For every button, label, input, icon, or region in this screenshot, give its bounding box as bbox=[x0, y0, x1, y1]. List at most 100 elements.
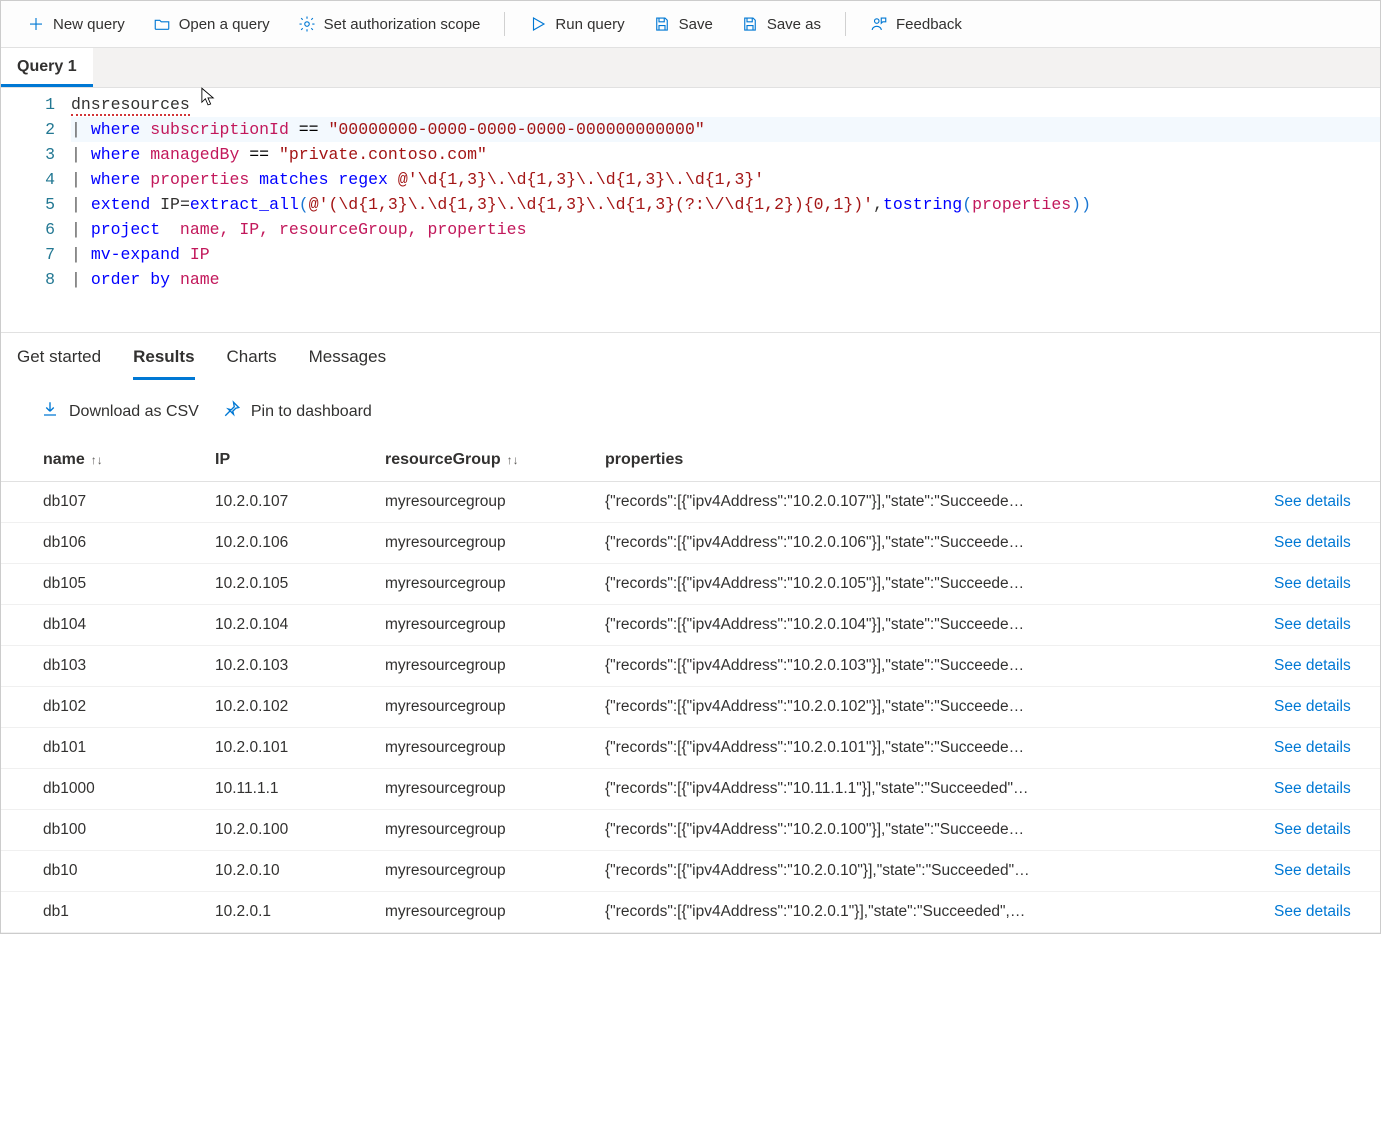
results-table: name↑↓ IP resourceGroup↑↓ properties db1… bbox=[1, 439, 1380, 933]
auth-scope-button[interactable]: Set authorization scope bbox=[286, 9, 493, 39]
table-row[interactable]: db10510.2.0.105myresourcegroup{"records"… bbox=[1, 564, 1380, 605]
table-row[interactable]: db10110.2.0.101myresourcegroup{"records"… bbox=[1, 728, 1380, 769]
save-icon bbox=[653, 15, 671, 33]
cell-name: db1 bbox=[1, 892, 201, 933]
result-actions: Download as CSV Pin to dashboard bbox=[1, 380, 1380, 439]
new-query-label: New query bbox=[53, 16, 125, 33]
person-feedback-icon bbox=[870, 15, 888, 33]
save-as-button[interactable]: Save as bbox=[729, 9, 833, 39]
download-icon bbox=[41, 400, 59, 423]
open-query-label: Open a query bbox=[179, 16, 270, 33]
cell-ip: 10.2.0.10 bbox=[201, 851, 371, 892]
table-row[interactable]: db1010.2.0.10myresourcegroup{"records":[… bbox=[1, 851, 1380, 892]
table-row[interactable]: db10210.2.0.102myresourcegroup{"records"… bbox=[1, 687, 1380, 728]
code-line-2[interactable]: | where subscriptionId == "00000000-0000… bbox=[71, 117, 1380, 142]
see-details-link[interactable]: See details bbox=[1274, 780, 1351, 797]
gear-icon bbox=[298, 15, 316, 33]
table-row[interactable]: db110.2.0.1myresourcegroup{"records":[{"… bbox=[1, 892, 1380, 933]
see-details-link[interactable]: See details bbox=[1274, 862, 1351, 879]
new-query-button[interactable]: New query bbox=[15, 9, 137, 39]
save-button[interactable]: Save bbox=[641, 9, 725, 39]
see-details-link[interactable]: See details bbox=[1274, 493, 1351, 510]
cell-rg: myresourcegroup bbox=[371, 482, 591, 523]
cell-rg: myresourcegroup bbox=[371, 564, 591, 605]
line-gutter: 1 2 3 4 5 6 7 8 bbox=[1, 92, 71, 292]
see-details-link[interactable]: See details bbox=[1274, 739, 1351, 756]
cell-name: db107 bbox=[1, 482, 201, 523]
cell-properties: {"records":[{"ipv4Address":"10.2.0.101"}… bbox=[591, 728, 1260, 769]
column-header-properties[interactable]: properties bbox=[591, 439, 1260, 482]
run-query-button[interactable]: Run query bbox=[517, 9, 636, 39]
cell-ip: 10.2.0.104 bbox=[201, 605, 371, 646]
auth-scope-label: Set authorization scope bbox=[324, 16, 481, 33]
tab-query-1[interactable]: Query 1 bbox=[1, 48, 93, 87]
code-line-5[interactable]: | extend IP=extract_all(@'(\d{1,3}\.\d{1… bbox=[71, 192, 1380, 217]
cell-rg: myresourcegroup bbox=[371, 892, 591, 933]
cell-ip: 10.2.0.103 bbox=[201, 646, 371, 687]
code-line-8[interactable]: | order by name bbox=[71, 267, 1380, 292]
download-csv-button[interactable]: Download as CSV bbox=[41, 400, 199, 423]
cell-properties: {"records":[{"ipv4Address":"10.2.0.10"}]… bbox=[591, 851, 1260, 892]
see-details-link[interactable]: See details bbox=[1274, 903, 1351, 920]
tab-results[interactable]: Results bbox=[133, 347, 194, 380]
see-details-link[interactable]: See details bbox=[1274, 821, 1351, 838]
cell-rg: myresourcegroup bbox=[371, 687, 591, 728]
see-details-link[interactable]: See details bbox=[1274, 657, 1351, 674]
toolbar-separator bbox=[504, 12, 505, 36]
table-row[interactable]: db100010.11.1.1myresourcegroup{"records"… bbox=[1, 769, 1380, 810]
code-line-1[interactable]: dnsresources bbox=[71, 92, 1380, 117]
result-tab-bar: Get started Results Charts Messages bbox=[1, 333, 1380, 380]
toolbar-separator bbox=[845, 12, 846, 36]
cell-ip: 10.11.1.1 bbox=[201, 769, 371, 810]
cell-properties: {"records":[{"ipv4Address":"10.2.0.106"}… bbox=[591, 523, 1260, 564]
cell-name: db10 bbox=[1, 851, 201, 892]
column-header-rg[interactable]: resourceGroup↑↓ bbox=[371, 439, 591, 482]
cell-ip: 10.2.0.102 bbox=[201, 687, 371, 728]
plus-icon bbox=[27, 15, 45, 33]
code-body[interactable]: dnsresources | where subscriptionId == "… bbox=[71, 92, 1380, 292]
save-as-label: Save as bbox=[767, 16, 821, 33]
code-line-6[interactable]: | project name, IP, resourceGroup, prope… bbox=[71, 217, 1380, 242]
cell-rg: myresourcegroup bbox=[371, 810, 591, 851]
see-details-link[interactable]: See details bbox=[1274, 575, 1351, 592]
pin-dashboard-label: Pin to dashboard bbox=[251, 403, 372, 421]
cell-properties: {"records":[{"ipv4Address":"10.2.0.102"}… bbox=[591, 687, 1260, 728]
feedback-button[interactable]: Feedback bbox=[858, 9, 974, 39]
see-details-link[interactable]: See details bbox=[1274, 616, 1351, 633]
tab-charts[interactable]: Charts bbox=[227, 347, 277, 380]
see-details-link[interactable]: See details bbox=[1274, 698, 1351, 715]
cell-properties: {"records":[{"ipv4Address":"10.2.0.107"}… bbox=[591, 482, 1260, 523]
cell-rg: myresourcegroup bbox=[371, 646, 591, 687]
download-csv-label: Download as CSV bbox=[69, 403, 199, 421]
table-header-row: name↑↓ IP resourceGroup↑↓ properties bbox=[1, 439, 1380, 482]
tab-get-started[interactable]: Get started bbox=[17, 347, 101, 380]
cell-rg: myresourcegroup bbox=[371, 523, 591, 564]
code-line-4[interactable]: | where properties matches regex @'\d{1,… bbox=[71, 167, 1380, 192]
cell-properties: {"records":[{"ipv4Address":"10.2.0.104"}… bbox=[591, 605, 1260, 646]
code-line-3[interactable]: | where managedBy == "private.contoso.co… bbox=[71, 142, 1380, 167]
table-row[interactable]: db10710.2.0.107myresourcegroup{"records"… bbox=[1, 482, 1380, 523]
column-header-name[interactable]: name↑↓ bbox=[1, 439, 201, 482]
cell-rg: myresourcegroup bbox=[371, 605, 591, 646]
see-details-link[interactable]: See details bbox=[1274, 534, 1351, 551]
table-row[interactable]: db10610.2.0.106myresourcegroup{"records"… bbox=[1, 523, 1380, 564]
tab-messages[interactable]: Messages bbox=[309, 347, 386, 380]
open-query-button[interactable]: Open a query bbox=[141, 9, 282, 39]
cell-rg: myresourcegroup bbox=[371, 728, 591, 769]
pin-dashboard-button[interactable]: Pin to dashboard bbox=[223, 400, 372, 423]
table-row[interactable]: db10310.2.0.103myresourcegroup{"records"… bbox=[1, 646, 1380, 687]
cell-name: db106 bbox=[1, 523, 201, 564]
table-row[interactable]: db10410.2.0.104myresourcegroup{"records"… bbox=[1, 605, 1380, 646]
cell-ip: 10.2.0.100 bbox=[201, 810, 371, 851]
code-editor[interactable]: 1 2 3 4 5 6 7 8 dnsresources | where sub… bbox=[1, 88, 1380, 333]
query-tab-bar: Query 1 bbox=[1, 48, 1380, 88]
save-label: Save bbox=[679, 16, 713, 33]
column-header-ip[interactable]: IP bbox=[201, 439, 371, 482]
table-row[interactable]: db10010.2.0.100myresourcegroup{"records"… bbox=[1, 810, 1380, 851]
feedback-label: Feedback bbox=[896, 16, 962, 33]
cell-name: db105 bbox=[1, 564, 201, 605]
cell-name: db103 bbox=[1, 646, 201, 687]
cell-ip: 10.2.0.106 bbox=[201, 523, 371, 564]
code-line-7[interactable]: | mv-expand IP bbox=[71, 242, 1380, 267]
run-query-label: Run query bbox=[555, 16, 624, 33]
